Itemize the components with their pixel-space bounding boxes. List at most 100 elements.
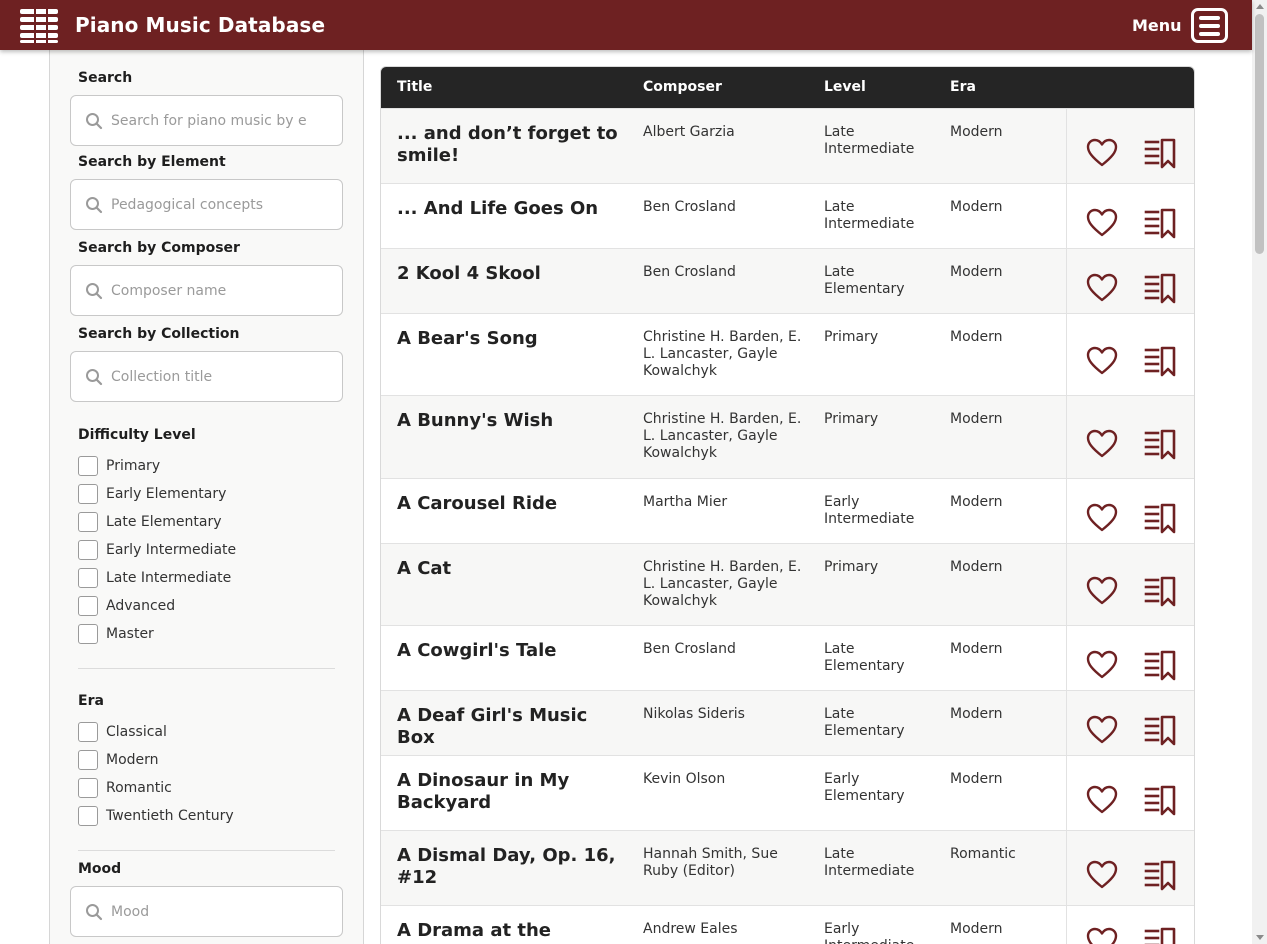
era-option[interactable]: Modern [78,750,159,770]
table-row[interactable]: A Deaf Girl's Music Box Nikolas Sideris La… [381,690,1194,755]
piece-composer: Christine H. Barden, E. L. Lancaster, Ga… [643,411,802,461]
column-header-era[interactable]: Era [950,79,976,95]
favorite-heart-icon[interactable] [1086,503,1118,533]
table-row[interactable]: A Dinosaur in My Backyard Kevin Olson Earl… [381,755,1194,830]
piece-title[interactable]: ... And Life Goes On [397,198,627,220]
difficulty-option[interactable]: Early Intermediate [78,540,236,560]
favorite-heart-icon[interactable] [1086,346,1118,376]
search-input[interactable] [111,110,331,132]
column-header-level[interactable]: Level [824,79,866,95]
scroll-down-arrow-icon[interactable] [1256,935,1264,940]
checkbox[interactable] [78,568,98,588]
favorite-heart-icon[interactable] [1086,650,1118,680]
table-row[interactable]: ... And Life Goes On Ben Crosland Late Int… [381,183,1194,248]
table-row[interactable]: A Bear's Song Christine H. Barden, E. L. … [381,313,1194,395]
column-header-composer[interactable]: Composer [643,79,722,95]
scrollbar-thumb[interactable] [1255,14,1264,254]
column-header-title[interactable]: Title [397,79,432,95]
table-row[interactable]: A Drama at the Theatre Andrew Eales Early … [381,905,1194,944]
favorite-heart-icon[interactable] [1086,715,1118,745]
checkbox[interactable] [78,624,98,644]
difficulty-option[interactable]: Late Intermediate [78,568,231,588]
collection-search-field[interactable] [70,351,343,402]
piece-title[interactable]: A Bear's Song [397,328,627,350]
era-option[interactable]: Twentieth Century [78,806,234,826]
difficulty-option[interactable]: Late Elementary [78,512,222,532]
element-search-input[interactable] [111,194,331,216]
mood-search-input[interactable] [111,901,331,923]
favorite-heart-icon[interactable] [1086,429,1118,459]
piece-title[interactable]: A Carousel Ride [397,493,627,515]
checkbox[interactable] [78,778,98,798]
difficulty-option[interactable]: Master [78,624,154,644]
checkbox[interactable] [78,596,98,616]
era-option[interactable]: Romantic [78,778,172,798]
add-to-list-bookmark-icon[interactable] [1144,428,1176,460]
checkbox[interactable] [78,512,98,532]
checkbox[interactable] [78,722,98,742]
piece-title[interactable]: A Drama at the Theatre [397,920,627,944]
piece-title[interactable]: A Dismal Day, Op. 16, #12 [397,845,627,889]
piece-level: Early Intermediate [824,494,915,527]
piece-title[interactable]: 2 Kool 4 Skool [397,263,627,285]
add-to-list-bookmark-icon[interactable] [1144,137,1176,169]
piece-title[interactable]: A Cowgirl's Tale [397,640,627,662]
add-to-list-bookmark-icon[interactable] [1144,272,1176,304]
piece-title[interactable]: A Cat [397,558,627,580]
add-to-list-bookmark-icon[interactable] [1144,345,1176,377]
checkbox[interactable] [78,540,98,560]
difficulty-option[interactable]: Primary [78,456,160,476]
checkbox[interactable] [78,456,98,476]
search-field[interactable] [70,95,343,146]
table-row[interactable]: A Dismal Day, Op. 16, #12 Hannah Smith, S… [381,830,1194,905]
favorite-heart-icon[interactable] [1086,273,1118,303]
piece-title[interactable]: A Deaf Girl's Music Box [397,705,627,749]
table-row[interactable]: ... and don’t forget to smile! Albert Gar… [381,108,1194,183]
menu-label[interactable]: Menu [1132,16,1182,35]
composer-search-field[interactable] [70,265,343,316]
add-to-list-bookmark-icon[interactable] [1144,207,1176,239]
difficulty-option[interactable]: Advanced [78,596,175,616]
mood-search-field[interactable] [70,886,343,937]
favorite-heart-icon[interactable] [1086,785,1118,815]
favorite-heart-icon[interactable] [1086,927,1118,944]
piece-title[interactable]: ... and don’t forget to smile! [397,123,627,167]
table-row[interactable]: A Carousel Ride Martha Mier Early Intermed… [381,478,1194,543]
favorite-heart-icon[interactable] [1086,138,1118,168]
checkbox[interactable] [78,750,98,770]
table-row[interactable]: A Cowgirl's Tale Ben Crosland Late Element… [381,625,1194,690]
composer-search-input[interactable] [111,280,331,302]
piece-title[interactable]: A Bunny's Wish [397,410,627,432]
actions-divider [1066,906,1067,944]
add-to-list-bookmark-icon[interactable] [1144,859,1176,891]
table-row[interactable]: A Bunny's Wish Christine H. Barden, E. L.… [381,395,1194,478]
add-to-list-bookmark-icon[interactable] [1144,784,1176,816]
favorite-heart-icon[interactable] [1086,208,1118,238]
table-row[interactable]: 2 Kool 4 Skool Ben Crosland Late Elementar… [381,248,1194,313]
app-title[interactable]: Piano Music Database [75,13,325,37]
era-option[interactable]: Classical [78,722,167,742]
checkbox-label: Advanced [106,598,176,614]
add-to-list-bookmark-icon[interactable] [1144,575,1176,607]
piece-composer: Andrew Eales [643,921,738,937]
favorite-heart-icon[interactable] [1086,576,1118,606]
collection-search-input[interactable] [111,366,331,388]
page-scrollbar[interactable] [1252,0,1267,944]
piece-title[interactable]: A Dinosaur in My Backyard [397,770,627,814]
piece-level: Late Elementary [824,264,905,297]
checkbox[interactable] [78,484,98,504]
favorite-heart-icon[interactable] [1086,860,1118,890]
table-row[interactable]: A Cat Christine H. Barden, E. L. Lancaste… [381,543,1194,625]
search-by-collection-label: Search by Collection [78,326,240,342]
piano-logo-icon[interactable] [20,7,60,44]
element-search-field[interactable] [70,179,343,230]
piece-level: Early Intermediate [824,921,914,944]
hamburger-menu-icon[interactable] [1191,8,1228,43]
add-to-list-bookmark-icon[interactable] [1144,714,1176,746]
checkbox[interactable] [78,806,98,826]
add-to-list-bookmark-icon[interactable] [1144,502,1176,534]
scroll-up-arrow-icon[interactable] [1256,4,1264,9]
add-to-list-bookmark-icon[interactable] [1144,926,1176,944]
difficulty-option[interactable]: Early Elementary [78,484,226,504]
add-to-list-bookmark-icon[interactable] [1144,649,1176,681]
